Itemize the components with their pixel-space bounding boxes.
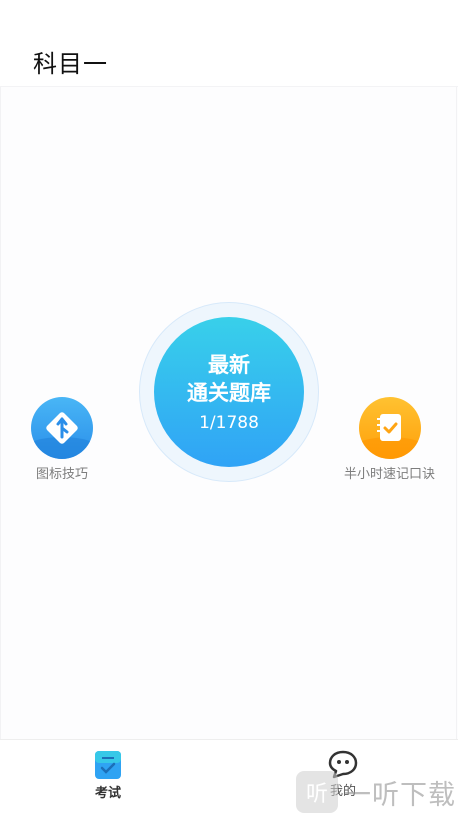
page-title: 科目一 bbox=[33, 50, 108, 78]
question-bank-line1: 最新 bbox=[208, 353, 250, 377]
header: 科目一 bbox=[0, 0, 458, 86]
question-bank-button[interactable]: 最新 通关题库 1/1788 bbox=[139, 302, 319, 482]
question-bank-circle[interactable]: 最新 通关题库 1/1788 bbox=[154, 317, 304, 467]
watermark-text: 一听下载 bbox=[344, 779, 456, 811]
question-progress: 1/1788 bbox=[199, 413, 259, 433]
road-sign-icon[interactable] bbox=[31, 397, 93, 459]
icon-tips-button[interactable]: 图标技巧 bbox=[31, 397, 93, 482]
mnemonic-button[interactable]: 半小时速记口诀 bbox=[344, 397, 435, 482]
tab-exam-label: 考试 bbox=[94, 786, 121, 801]
question-bank-line2: 通关题库 bbox=[187, 381, 271, 405]
watermark-logo: 听 bbox=[296, 771, 338, 813]
watermark: 听 一听下载 bbox=[296, 771, 456, 813]
mnemonic-label: 半小时速记口诀 bbox=[344, 467, 436, 482]
tab-exam[interactable]: 考试 bbox=[93, 749, 123, 801]
icon-tips-label: 图标技巧 bbox=[35, 467, 88, 482]
clipboard-check-icon bbox=[95, 751, 121, 779]
notebook-check-icon[interactable] bbox=[358, 397, 421, 459]
